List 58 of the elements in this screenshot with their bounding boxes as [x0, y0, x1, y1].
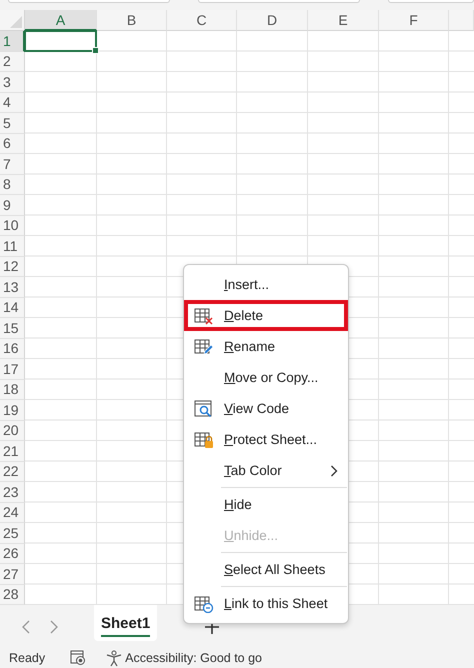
- row-header[interactable]: 17: [0, 359, 25, 380]
- menu-item[interactable]: View Code: [184, 393, 348, 424]
- column-header[interactable]: A: [25, 10, 97, 31]
- macro-record-icon[interactable]: [70, 650, 86, 666]
- row-header[interactable]: 12: [0, 256, 25, 277]
- menu-item[interactable]: Insert...: [184, 269, 348, 300]
- menu-item[interactable]: Move or Copy...: [184, 362, 348, 393]
- row-header[interactable]: 6: [0, 134, 25, 154]
- row-header[interactable]: 20: [0, 420, 25, 441]
- row-header[interactable]: 8: [0, 174, 25, 195]
- row-header[interactable]: 15: [0, 318, 25, 338]
- row-header[interactable]: 27: [0, 564, 25, 584]
- row-header[interactable]: 24: [0, 502, 25, 523]
- menu-item[interactable]: Delete: [184, 300, 348, 331]
- pencil-icon: [194, 338, 214, 356]
- row-header[interactable]: 9: [0, 195, 25, 216]
- status-text: Ready: [9, 651, 46, 665]
- sheet-tab[interactable]: Sheet1: [94, 605, 158, 641]
- menu-item[interactable]: Tab Color: [184, 455, 348, 486]
- chevron-right-icon[interactable]: [50, 620, 58, 634]
- selected-cell[interactable]: [24, 30, 97, 52]
- column-header[interactable]: [449, 10, 474, 31]
- row-header[interactable]: 16: [0, 338, 25, 359]
- row-header[interactable]: 10: [0, 216, 25, 236]
- column-header[interactable]: B: [97, 10, 167, 31]
- menu-item[interactable]: Rename: [184, 331, 348, 362]
- formula-bar-field[interactable]: [388, 0, 474, 3]
- row-header[interactable]: 5: [0, 113, 25, 134]
- row-header[interactable]: 13: [0, 277, 25, 298]
- lock-icon: [194, 430, 214, 448]
- column-header[interactable]: E: [308, 10, 379, 31]
- row-header[interactable]: 25: [0, 523, 25, 544]
- row-header[interactable]: 23: [0, 482, 25, 502]
- column-header[interactable]: D: [237, 10, 308, 31]
- chevron-left-icon[interactable]: [22, 620, 30, 634]
- row-header[interactable]: 21: [0, 441, 25, 462]
- column-header[interactable]: C: [167, 10, 237, 31]
- row-header[interactable]: 7: [0, 154, 25, 174]
- row-header[interactable]: 26: [0, 544, 25, 564]
- formula-bar-field[interactable]: [8, 0, 170, 3]
- delete-sheet-icon: [194, 306, 214, 324]
- column-header[interactable]: F: [379, 10, 449, 31]
- row-header[interactable]: 1: [0, 31, 25, 52]
- row-header[interactable]: 11: [0, 236, 25, 256]
- menu-item[interactable]: Protect Sheet...: [184, 424, 348, 455]
- row-header[interactable]: 22: [0, 462, 25, 482]
- row-header[interactable]: 14: [0, 298, 25, 318]
- link-sheet-icon: [194, 594, 214, 612]
- magnifier-icon: [194, 400, 214, 418]
- chevron-right-icon: [330, 464, 338, 476]
- row-header[interactable]: 28: [0, 584, 25, 605]
- row-header[interactable]: 3: [0, 72, 25, 92]
- row-header[interactable]: 4: [0, 92, 25, 113]
- accessibility-status[interactable]: Accessibility: Good to go: [125, 651, 262, 665]
- row-header[interactable]: 2: [0, 52, 25, 72]
- row-header[interactable]: 19: [0, 400, 25, 420]
- formula-bar-field[interactable]: [198, 0, 360, 3]
- row-header[interactable]: 18: [0, 380, 25, 400]
